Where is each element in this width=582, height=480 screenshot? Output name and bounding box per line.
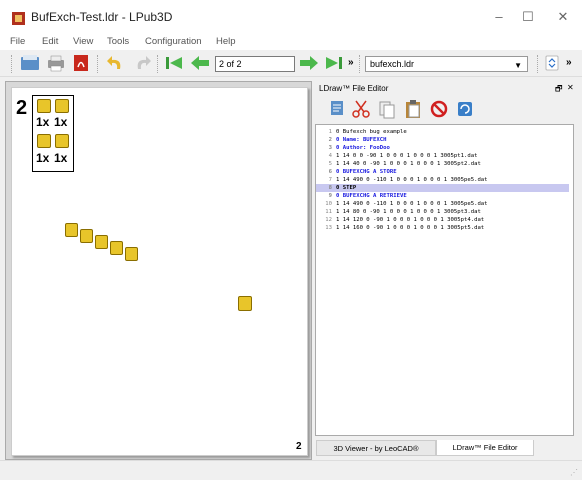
code-line: 51 14 40 0 -90 1 0 0 0 1 0 0 0 1 3005pt2… bbox=[328, 161, 481, 167]
toolbar-separator bbox=[359, 55, 360, 73]
code-editor[interactable]: 10 Bufexch bug example 20 Name: BUFEXCH … bbox=[315, 124, 574, 436]
next-page-icon[interactable] bbox=[298, 53, 320, 73]
code-line: 90 BUFEXCHG A RETRIEVE bbox=[328, 193, 407, 199]
file-select-value: bufexch.ldr bbox=[370, 59, 415, 69]
part-image bbox=[37, 134, 51, 148]
previous-page-icon[interactable] bbox=[189, 53, 211, 73]
part-image bbox=[37, 99, 51, 113]
menu-configuration[interactable]: Configuration bbox=[145, 36, 202, 47]
code-line: 12 1 14 120 0 -90 1 0 0 0 1 0 0 0 1 3005p… bbox=[325, 217, 485, 223]
last-page-icon[interactable] bbox=[323, 53, 345, 73]
parts-list-box[interactable]: 1x 1x 1x 1x bbox=[32, 95, 74, 172]
undo-icon[interactable] bbox=[105, 53, 127, 73]
toolbar-overflow-chevron[interactable]: » bbox=[348, 57, 354, 68]
part-quantity: 1x bbox=[36, 151, 50, 165]
chevron-down-icon: ▼ bbox=[514, 61, 522, 70]
toolbar-separator bbox=[97, 55, 98, 73]
code-line: 30 Author: FooDoo bbox=[328, 145, 390, 151]
code-line: 41 14 0 0 -90 1 0 0 0 1 0 0 0 1 3005pt1.… bbox=[328, 153, 478, 159]
float-panel-icon[interactable]: 🗗 bbox=[555, 83, 563, 97]
cut-icon[interactable] bbox=[351, 99, 371, 119]
step-input[interactable]: 2 of 2 bbox=[215, 56, 295, 72]
menu-help[interactable]: Help bbox=[216, 36, 236, 47]
file-select[interactable]: bufexch.ldr ▼ bbox=[365, 56, 528, 72]
cancel-icon[interactable] bbox=[429, 99, 449, 119]
zoom-icon[interactable] bbox=[541, 53, 563, 73]
status-bar: ⋰ bbox=[0, 460, 582, 480]
maximize-button[interactable]: ☐ bbox=[516, 8, 540, 26]
pdf-export-icon[interactable] bbox=[70, 53, 92, 73]
menu-edit[interactable]: Edit bbox=[42, 36, 58, 47]
tab-file-editor[interactable]: LDraw™ File Editor bbox=[436, 440, 534, 456]
code-line: 13 1 14 160 0 -90 1 0 0 0 1 0 0 0 1 3005p… bbox=[325, 225, 485, 231]
redo-icon[interactable] bbox=[131, 53, 153, 73]
model-brick bbox=[125, 247, 138, 261]
step-number: 2 bbox=[16, 97, 28, 119]
lpub3d-app-icon bbox=[12, 12, 25, 25]
code-line: 10 1 14 490 0 -110 1 0 0 0 1 0 0 0 1 3005… bbox=[325, 201, 488, 207]
editor-title: LDraw™ File Editor bbox=[319, 84, 389, 93]
part-quantity: 1x bbox=[54, 151, 68, 165]
close-panel-icon[interactable]: ✕ bbox=[567, 83, 574, 92]
code-line-current: 80 STEP bbox=[316, 184, 569, 192]
refresh-icon[interactable] bbox=[455, 99, 475, 119]
toolbar-separator bbox=[537, 55, 538, 73]
resize-grip-icon[interactable]: ⋰ bbox=[570, 468, 578, 477]
menu-view[interactable]: View bbox=[73, 36, 93, 47]
code-line: 20 Name: BUFEXCH bbox=[328, 137, 387, 143]
minimize-button[interactable]: – bbox=[487, 8, 511, 26]
close-button[interactable]: ✕ bbox=[551, 8, 575, 26]
part-quantity: 1x bbox=[36, 115, 50, 129]
part-image bbox=[55, 134, 69, 148]
toolbar-separator bbox=[157, 55, 158, 73]
first-page-icon[interactable] bbox=[163, 53, 185, 73]
print-icon[interactable] bbox=[45, 53, 67, 73]
model-brick bbox=[65, 223, 78, 237]
code-line: 10 Bufexch bug example bbox=[328, 129, 407, 135]
page-number: 2 bbox=[296, 441, 302, 452]
code-line: 11 1 14 80 0 -90 1 0 0 0 1 0 0 0 1 3005pt… bbox=[325, 209, 481, 215]
menu-file[interactable]: File bbox=[10, 36, 25, 47]
tab-3d-viewer[interactable]: 3D Viewer - by LeoCAD® bbox=[316, 440, 436, 456]
toggle-comment-icon[interactable] bbox=[329, 99, 347, 117]
model-brick bbox=[110, 241, 123, 255]
toolbar-grip bbox=[11, 55, 12, 73]
part-quantity: 1x bbox=[54, 115, 68, 129]
window-title: BufExch-Test.ldr - LPub3D bbox=[31, 10, 173, 24]
code-line: 60 BUFEXCHG A STORE bbox=[328, 169, 397, 175]
editor-header: LDraw™ File Editor 🗗 ✕ bbox=[314, 81, 578, 96]
toolbar-overflow-chevron[interactable]: » bbox=[566, 57, 572, 68]
model-brick bbox=[238, 296, 252, 311]
menu-tools[interactable]: Tools bbox=[107, 36, 129, 47]
part-image bbox=[55, 99, 69, 113]
code-line: 71 14 490 0 -110 1 0 0 0 1 0 0 0 1 3005p… bbox=[328, 177, 488, 183]
copy-icon[interactable] bbox=[377, 99, 397, 119]
model-brick bbox=[95, 235, 108, 249]
open-file-icon[interactable] bbox=[19, 53, 41, 73]
model-brick bbox=[80, 229, 93, 243]
paste-icon[interactable] bbox=[403, 99, 423, 119]
